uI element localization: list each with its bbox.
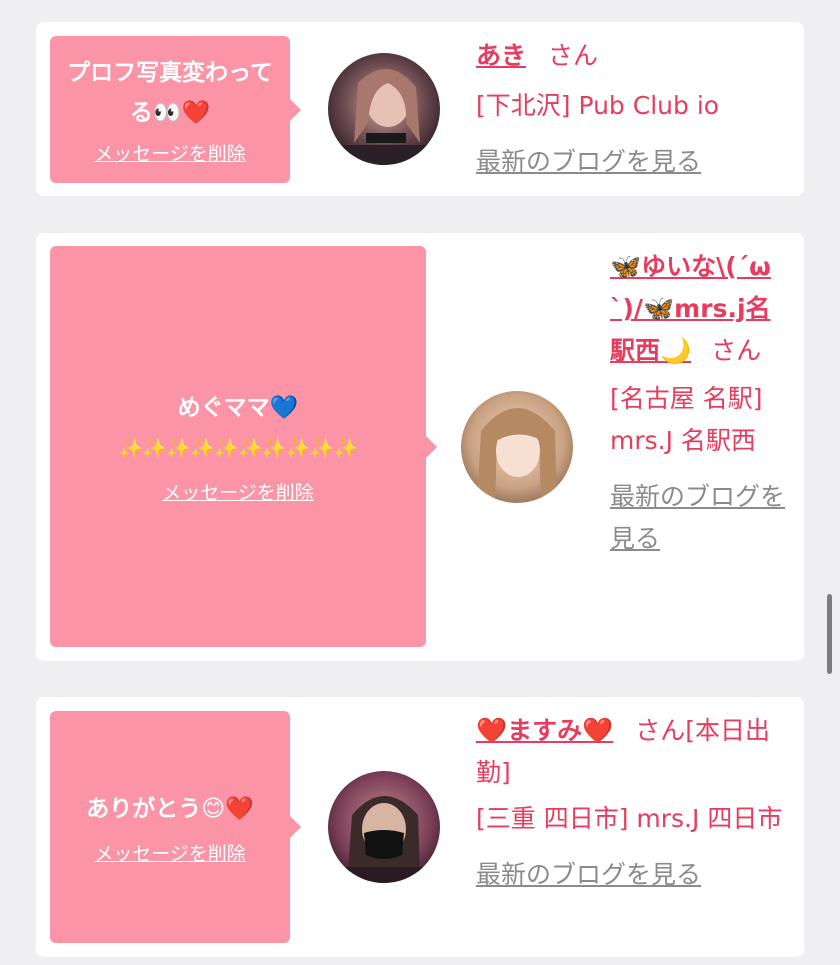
message-card: ありがとう😊❤️ メッセージを削除 ❤️ますみ❤️ さん[本日出勤] [三重 四日… <box>36 697 804 957</box>
message-text-sparkles: ✨✨✨✨✨✨✨✨✨✨ <box>118 436 358 460</box>
sender-name-link[interactable]: ❤️ますみ❤️ <box>476 716 613 745</box>
message-text: ありがとう😊❤️ <box>86 795 254 822</box>
message-card: プロフ写真変わってる👀❤️ メッセージを削除 あき さん [下北沢] Pub Cl… <box>36 22 804 196</box>
latest-blog-link[interactable]: 最新のブログを見る <box>610 476 790 560</box>
latest-blog-link[interactable]: 最新のブログを見る <box>476 141 796 183</box>
message-card: めぐママ💙 ✨✨✨✨✨✨✨✨✨✨ メッセージを削除 🦋ゆいな\(´ω`)/🦋mr… <box>36 233 804 661</box>
message-bubble: プロフ写真変わってる👀❤️ メッセージを削除 <box>50 36 301 183</box>
scrollbar[interactable] <box>827 594 832 674</box>
shop-label: [下北沢] Pub Club io <box>476 91 720 120</box>
avatar[interactable] <box>328 53 440 165</box>
sender-info: ❤️ますみ❤️ さん[本日出勤] [三重 四日市] mrs.J 四日市 最新のブロ… <box>476 710 796 896</box>
honorific: さん <box>711 336 762 365</box>
delete-message-link[interactable]: メッセージを削除 <box>94 139 246 166</box>
honorific: さん <box>548 41 599 70</box>
message-bubble: ありがとう😊❤️ メッセージを削除 <box>50 711 301 943</box>
avatar[interactable] <box>461 391 573 503</box>
message-bubble: めぐママ💙 ✨✨✨✨✨✨✨✨✨✨ メッセージを削除 <box>50 246 437 647</box>
delete-message-link[interactable]: メッセージを削除 <box>94 839 246 866</box>
shop-label: [名古屋 名駅] mrs.J 名駅西 <box>610 384 763 455</box>
sender-name-link[interactable]: あき <box>476 41 526 70</box>
avatar[interactable] <box>328 771 440 883</box>
latest-blog-link[interactable]: 最新のブログを見る <box>476 854 796 896</box>
shop-label: [三重 四日市] mrs.J 四日市 <box>476 804 783 833</box>
delete-message-link[interactable]: メッセージを削除 <box>162 478 314 505</box>
profile-photo-icon <box>461 391 573 503</box>
message-text: めぐママ💙 <box>177 395 299 421</box>
sender-info: 🦋ゆいな\(´ω`)/🦋mrs.j名駅西🌙 さん [名古屋 名駅] mrs.J 名… <box>610 246 790 560</box>
profile-photo-icon <box>328 53 440 165</box>
message-text: プロフ写真変わってる👀❤️ <box>67 60 273 126</box>
sender-info: あき さん [下北沢] Pub Club io 最新のブログを見る <box>476 35 796 183</box>
profile-photo-icon <box>328 771 440 883</box>
